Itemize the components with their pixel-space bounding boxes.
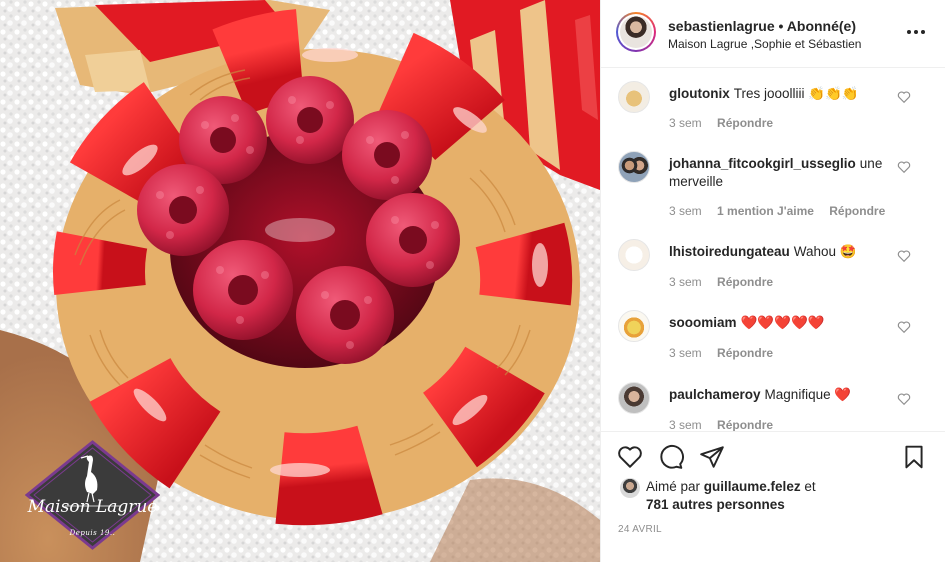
author-line: sebastienlagrue • Abonné(e) — [668, 18, 856, 34]
comment-time[interactable]: 3 sem — [669, 116, 702, 130]
author-avatar[interactable] — [616, 12, 656, 52]
author-username[interactable]: sebastienlagrue — [668, 18, 775, 34]
reply-button[interactable]: Répondre — [717, 346, 773, 360]
comment-text: johanna_fitcookgirl_usseglio une merveill… — [669, 155, 891, 191]
like-comment-heart-icon[interactable] — [897, 90, 911, 104]
comment-body: Magnifique ❤️ — [764, 387, 852, 402]
more-options-button[interactable] — [904, 22, 928, 42]
comment-time[interactable]: 3 sem — [669, 275, 702, 289]
reply-button[interactable]: Répondre — [717, 116, 773, 130]
comment-time[interactable]: 3 sem — [669, 346, 702, 360]
like-heart-icon[interactable] — [617, 444, 643, 470]
comment-bubble-icon[interactable] — [658, 444, 684, 470]
comment-text: sooomiam ❤️❤️❤️❤️❤️ — [669, 314, 891, 332]
comment-username[interactable]: paulchameroy — [669, 387, 761, 402]
comment-username[interactable]: lhistoiredungateau — [669, 244, 790, 259]
comment-body: Wahou 🤩 — [793, 244, 857, 259]
reply-button[interactable]: Répondre — [829, 204, 885, 218]
separator-dot: • — [778, 18, 784, 34]
comment-time[interactable]: 3 sem — [669, 204, 702, 218]
liked-by-line: Aimé par guillaume.felez et — [646, 479, 816, 494]
comment-body: Tres jooolliii 👏👏👏 — [733, 86, 859, 101]
more-dot-icon — [907, 30, 911, 34]
like-comment-heart-icon[interactable] — [897, 160, 911, 174]
reply-button[interactable]: Répondre — [717, 275, 773, 289]
comment-meta: 3 sem Répondre — [669, 116, 785, 130]
logo-avatar[interactable] — [618, 239, 650, 271]
liked-and: et — [804, 479, 816, 494]
save-bookmark-icon[interactable] — [901, 444, 927, 470]
like-comment-heart-icon[interactable] — [897, 320, 911, 334]
comments-list[interactable]: gloutonix Tres jooolliii 👏👏👏 3 sem Répond… — [601, 69, 945, 431]
like-comment-heart-icon[interactable] — [897, 249, 911, 263]
couple-photo-avatar[interactable] — [618, 151, 650, 183]
comment-meta: 3 sem Répondre — [669, 418, 785, 431]
follow-button[interactable]: Abonné(e) — [787, 18, 856, 34]
post-actions: Aimé par guillaume.felez et 781 autres p… — [601, 431, 945, 562]
comment-text: paulchameroy Magnifique ❤️ — [669, 386, 891, 404]
logo-name: Maison Lagrue — [27, 497, 158, 517]
comment-username[interactable]: johanna_fitcookgirl_usseglio — [669, 156, 856, 171]
share-send-icon[interactable] — [699, 444, 725, 470]
like-comment-heart-icon[interactable] — [897, 392, 911, 406]
post-header: sebastienlagrue • Abonné(e) Maison Lagru… — [601, 0, 945, 68]
logo-since: Depuis 19.. — [69, 529, 116, 537]
post-photo[interactable]: Maison Lagrue Depuis 19.. — [0, 0, 600, 562]
comment-meta: 3 sem Répondre — [669, 346, 785, 360]
maison-lagrue-logo: Maison Lagrue Depuis 19.. — [25, 440, 160, 550]
more-dot-icon — [921, 30, 925, 34]
food-photo-avatar[interactable] — [618, 81, 650, 113]
comment-username[interactable]: gloutonix — [669, 86, 730, 101]
comment-body: ❤️❤️❤️❤️❤️ — [740, 315, 825, 330]
liker-avatar[interactable] — [620, 478, 640, 498]
cake-photo-avatar[interactable] — [618, 310, 650, 342]
comment-text: lhistoiredungateau Wahou 🤩 — [669, 243, 891, 261]
post-side-panel: sebastienlagrue • Abonné(e) Maison Lagru… — [600, 0, 945, 562]
author-subtitle[interactable]: Maison Lagrue ,Sophie et Sébastien — [668, 37, 861, 51]
liked-prefix: Aimé par — [646, 479, 701, 494]
liked-others-link[interactable]: 781 autres personnes — [646, 497, 785, 512]
more-dot-icon — [914, 30, 918, 34]
comment-likes-count[interactable]: 1 mention J'aime — [717, 204, 814, 218]
portrait-avatar[interactable] — [618, 382, 650, 414]
comment-time[interactable]: 3 sem — [669, 418, 702, 431]
post-date[interactable]: 24 AVRIL — [618, 524, 662, 535]
comment-username[interactable]: sooomiam — [669, 315, 737, 330]
comment-meta: 3 sem Répondre — [669, 275, 785, 289]
comment-text: gloutonix Tres jooolliii 👏👏👏 — [669, 85, 891, 103]
reply-button[interactable]: Répondre — [717, 418, 773, 431]
liked-user-link[interactable]: guillaume.felez — [704, 479, 801, 494]
comment-meta: 3 sem 1 mention J'aime Répondre — [669, 204, 897, 218]
